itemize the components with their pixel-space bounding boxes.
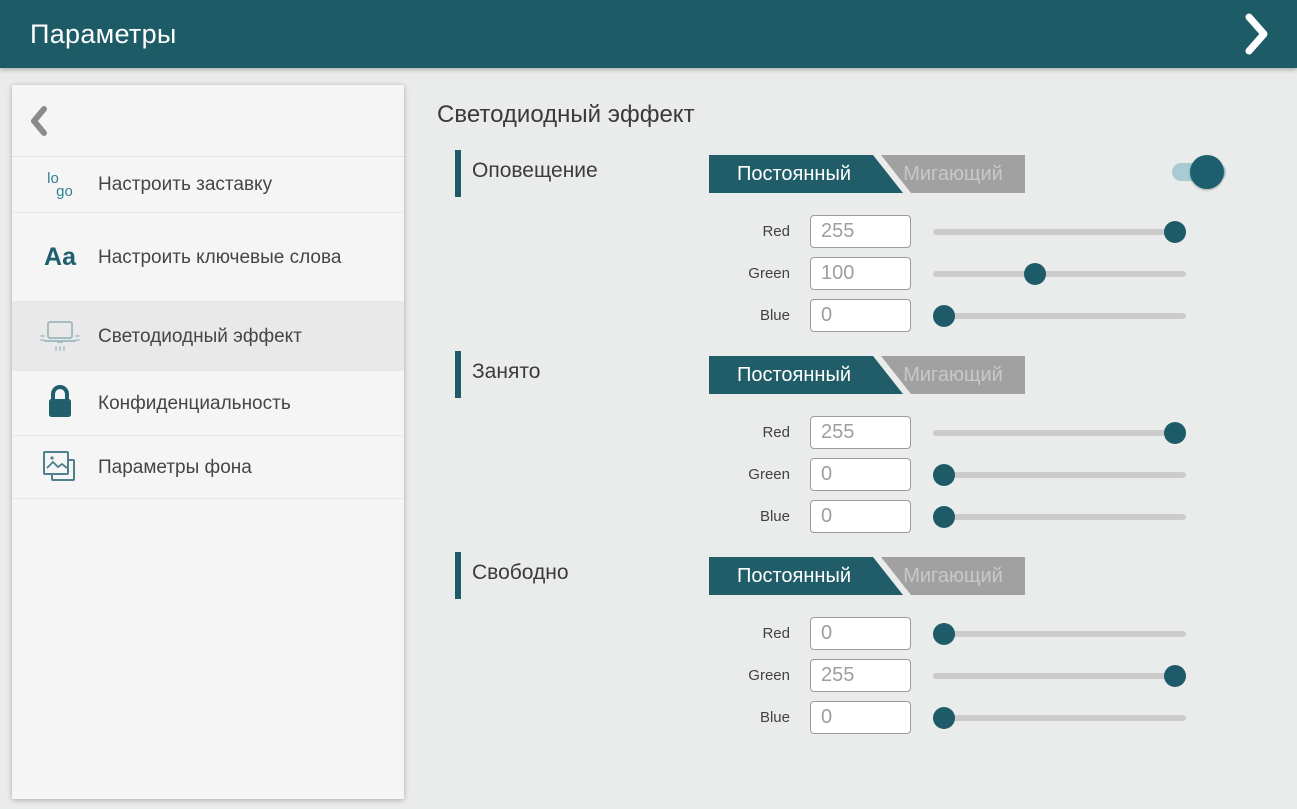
sidebar-item-splash-screen[interactable]: lo go Настроить заставку	[12, 157, 404, 213]
settings-sidebar: lo go Настроить заставку Aa Настроить кл…	[12, 85, 404, 799]
section-accent-bar	[455, 552, 461, 599]
sidebar-collapse-button[interactable]	[12, 85, 404, 157]
green-slider[interactable]	[933, 257, 1186, 291]
sidebar-item-privacy[interactable]: Конфиденциальность	[12, 371, 404, 436]
channel-row-blue: Blue	[455, 299, 1195, 333]
sidebar-item-keywords[interactable]: Aa Настроить ключевые слова	[12, 213, 404, 302]
green-value-input[interactable]	[810, 458, 911, 491]
slider-thumb[interactable]	[933, 464, 955, 486]
sidebar-item-background[interactable]: Параметры фона	[12, 436, 404, 499]
keywords-icon: Aa	[38, 235, 82, 279]
green-slider[interactable]	[933, 659, 1186, 693]
red-value-input[interactable]	[810, 215, 911, 248]
slider-thumb[interactable]	[1164, 422, 1186, 444]
notification-enable-toggle[interactable]	[1168, 150, 1228, 194]
red-slider[interactable]	[933, 215, 1186, 249]
led-section-free: Свободно Мигающий Постоянный Red Green B…	[455, 552, 1255, 752]
sidebar-item-label: Настроить заставку	[98, 172, 286, 197]
chevron-left-icon	[30, 105, 48, 137]
page-title: Параметры	[30, 19, 177, 50]
blue-value-input[interactable]	[810, 500, 911, 533]
sidebar-item-label: Светодиодный эффект	[98, 324, 316, 349]
channel-row-green: Green	[455, 257, 1195, 291]
blue-value-input[interactable]	[810, 299, 911, 332]
slider-thumb[interactable]	[933, 623, 955, 645]
green-value-input[interactable]	[810, 659, 911, 692]
sidebar-item-label: Конфиденциальность	[98, 391, 305, 416]
section-accent-bar	[455, 150, 461, 197]
slider-thumb[interactable]	[1164, 221, 1186, 243]
channel-row-blue: Blue	[455, 701, 1195, 735]
mode-segmented-control: Мигающий Постоянный	[709, 356, 1025, 394]
lock-icon	[38, 381, 82, 425]
slider-thumb[interactable]	[933, 305, 955, 327]
section-accent-bar	[455, 351, 461, 398]
channel-row-red: Red	[455, 215, 1195, 249]
background-images-icon	[38, 445, 82, 489]
mode-segmented-control: Мигающий Постоянный	[709, 155, 1025, 193]
blue-slider[interactable]	[933, 500, 1186, 534]
section-title: Свободно	[472, 561, 569, 585]
blue-slider[interactable]	[933, 701, 1186, 735]
green-value-input[interactable]	[810, 257, 911, 290]
green-slider[interactable]	[933, 458, 1186, 492]
app-bar: Параметры	[0, 0, 1297, 68]
channel-row-green: Green	[455, 659, 1195, 693]
slider-thumb[interactable]	[933, 707, 955, 729]
slider-thumb[interactable]	[1024, 263, 1046, 285]
led-section-notification: Оповещение Мигающий Постоянный Red Green…	[455, 150, 1255, 350]
channel-row-red: Red	[455, 416, 1195, 450]
channel-row-green: Green	[455, 458, 1195, 492]
chevron-right-icon[interactable]	[1235, 12, 1279, 56]
blue-slider[interactable]	[933, 299, 1186, 333]
section-title: Оповещение	[472, 159, 598, 183]
content-title: Светодиодный эффект	[437, 101, 695, 129]
led-screen-icon	[38, 314, 82, 358]
red-slider[interactable]	[933, 617, 1186, 651]
logo-icon: lo go	[38, 163, 82, 207]
red-value-input[interactable]	[810, 617, 911, 650]
sidebar-item-label: Настроить ключевые слова	[98, 245, 355, 270]
sidebar-item-led-effect[interactable]: Светодиодный эффект	[12, 302, 404, 371]
channel-row-blue: Blue	[455, 500, 1195, 534]
slider-thumb[interactable]	[933, 506, 955, 528]
section-title: Занято	[472, 360, 540, 384]
red-value-input[interactable]	[810, 416, 911, 449]
red-slider[interactable]	[933, 416, 1186, 450]
sidebar-item-label: Параметры фона	[98, 455, 266, 480]
led-section-busy: Занято Мигающий Постоянный Red Green Blu…	[455, 351, 1255, 551]
mode-segmented-control: Мигающий Постоянный	[709, 557, 1025, 595]
toggle-knob	[1190, 155, 1224, 189]
slider-thumb[interactable]	[1164, 665, 1186, 687]
channel-row-red: Red	[455, 617, 1195, 651]
blue-value-input[interactable]	[810, 701, 911, 734]
